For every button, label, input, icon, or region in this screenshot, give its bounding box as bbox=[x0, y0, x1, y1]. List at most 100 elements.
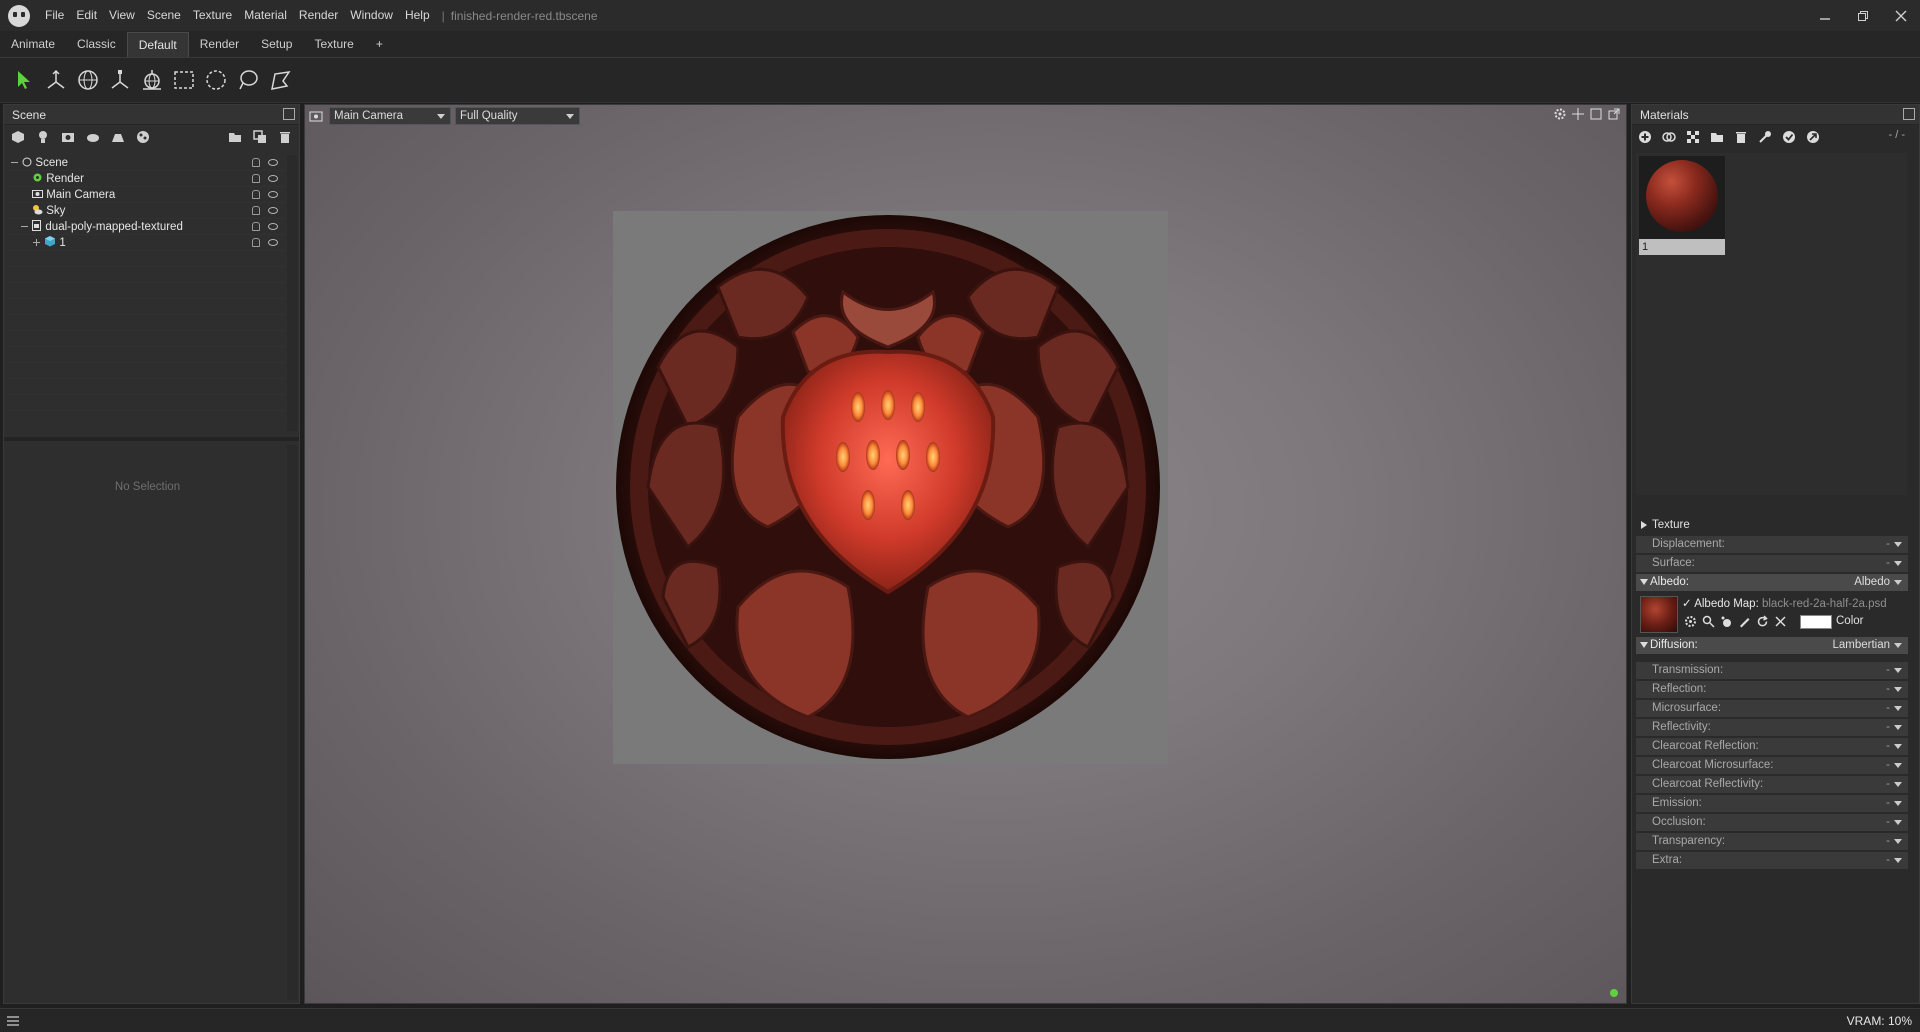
popout-icon[interactable] bbox=[1903, 108, 1915, 120]
pick-material-icon[interactable] bbox=[1758, 130, 1772, 144]
visibility-eye-icon[interactable] bbox=[268, 239, 278, 246]
prop-surface[interactable]: Surface: - bbox=[1636, 555, 1908, 572]
reload-icon[interactable] bbox=[1756, 615, 1769, 628]
log-menu-icon[interactable] bbox=[6, 1015, 20, 1027]
prop-clearcoat-reflectivity[interactable]: Clearcoat Reflectivity: - bbox=[1636, 776, 1908, 793]
thumbnail-scrollbar[interactable] bbox=[1907, 153, 1917, 495]
section-texture[interactable]: Texture bbox=[1636, 517, 1908, 534]
visibility-eye-icon[interactable] bbox=[268, 175, 278, 182]
trash-icon[interactable] bbox=[277, 129, 293, 145]
prop-transmission[interactable]: Transmission: - bbox=[1636, 662, 1908, 679]
tree-item-submesh[interactable]: 1 bbox=[8, 235, 288, 251]
dropdown-arrow-icon[interactable] bbox=[1894, 668, 1902, 673]
add-mesh-icon[interactable] bbox=[10, 129, 26, 145]
close-button[interactable] bbox=[1882, 0, 1920, 31]
prop-extra[interactable]: Extra: - bbox=[1636, 852, 1908, 869]
lock-icon[interactable] bbox=[252, 222, 260, 231]
material-thumbnail-label[interactable]: 1 bbox=[1639, 239, 1725, 255]
dropdown-arrow-icon[interactable] bbox=[1894, 858, 1902, 863]
maximize-button[interactable] bbox=[1844, 0, 1882, 31]
prop-transparency[interactable]: Transparency: - bbox=[1636, 833, 1908, 850]
dropdown-arrow-icon[interactable] bbox=[1894, 763, 1902, 768]
checkmark-icon[interactable]: ✓ bbox=[1682, 598, 1692, 610]
tab-classic[interactable]: Classic bbox=[66, 32, 127, 57]
tab-animate[interactable]: Animate bbox=[0, 32, 66, 57]
add-camera-icon[interactable] bbox=[60, 129, 76, 145]
export-material-icon[interactable] bbox=[1806, 130, 1820, 144]
dropdown-arrow-icon[interactable] bbox=[1894, 706, 1902, 711]
prop-displacement[interactable]: Displacement: - bbox=[1636, 536, 1908, 553]
transform-tool[interactable] bbox=[136, 64, 168, 96]
dropdown-arrow-icon[interactable] bbox=[1894, 561, 1902, 566]
visibility-eye-icon[interactable] bbox=[268, 159, 278, 166]
ellipse-select-tool[interactable] bbox=[200, 64, 232, 96]
scale-tool[interactable] bbox=[104, 64, 136, 96]
rotate-tool[interactable] bbox=[72, 64, 104, 96]
folder-icon[interactable] bbox=[1710, 130, 1724, 144]
folder-icon[interactable] bbox=[227, 129, 243, 145]
tree-item-sky[interactable]: Sky bbox=[8, 203, 288, 219]
lasso-select-tool[interactable] bbox=[232, 64, 264, 96]
lock-icon[interactable] bbox=[252, 206, 260, 215]
apply-material-icon[interactable] bbox=[1782, 130, 1796, 144]
menu-help[interactable]: Help bbox=[399, 0, 436, 31]
albedo-map-thumbnail[interactable] bbox=[1640, 596, 1678, 633]
menu-render[interactable]: Render bbox=[293, 0, 344, 31]
tree-item-scene[interactable]: Scene bbox=[8, 155, 288, 171]
visibility-eye-icon[interactable] bbox=[268, 191, 278, 198]
dropdown-arrow-icon[interactable] bbox=[1894, 687, 1902, 692]
dropdown-arrow-icon[interactable] bbox=[1894, 725, 1902, 730]
add-material-icon[interactable] bbox=[1638, 130, 1652, 144]
add-shadow-catcher-icon[interactable] bbox=[110, 129, 126, 145]
material-thumbnail[interactable] bbox=[1639, 156, 1725, 239]
menu-material[interactable]: Material bbox=[238, 0, 293, 31]
prop-clearcoat-microsurface[interactable]: Clearcoat Microsurface: - bbox=[1636, 757, 1908, 774]
add-sky-icon[interactable] bbox=[85, 129, 101, 145]
add-tab-button[interactable]: + bbox=[365, 32, 394, 57]
menu-view[interactable]: View bbox=[103, 0, 141, 31]
tree-item-render[interactable]: Render bbox=[8, 171, 288, 187]
section-diffusion[interactable]: Diffusion: Lambertian bbox=[1636, 637, 1908, 654]
menu-window[interactable]: Window bbox=[344, 0, 399, 31]
dropdown-arrow-icon[interactable] bbox=[1894, 801, 1902, 806]
lock-icon[interactable] bbox=[252, 174, 260, 183]
menu-scene[interactable]: Scene bbox=[141, 0, 187, 31]
dropdown-arrow-icon[interactable] bbox=[1894, 820, 1902, 825]
properties-scrollbar[interactable] bbox=[287, 445, 297, 1000]
move-tool[interactable] bbox=[40, 64, 72, 96]
minimize-button[interactable] bbox=[1806, 0, 1844, 31]
add-light-icon[interactable] bbox=[35, 129, 51, 145]
tab-texture[interactable]: Texture bbox=[303, 32, 364, 57]
tree-scrollbar[interactable] bbox=[287, 155, 297, 431]
remove-icon[interactable] bbox=[1774, 615, 1787, 628]
lock-icon[interactable] bbox=[252, 190, 260, 199]
dropdown-arrow-icon[interactable] bbox=[1894, 782, 1902, 787]
albedo-color-swatch[interactable] bbox=[1800, 615, 1832, 629]
menu-texture[interactable]: Texture bbox=[187, 0, 238, 31]
tab-setup[interactable]: Setup bbox=[250, 32, 303, 57]
section-albedo[interactable]: Albedo: Albedo bbox=[1636, 574, 1908, 591]
popout-icon[interactable] bbox=[283, 108, 295, 120]
lock-icon[interactable] bbox=[252, 238, 260, 247]
prop-reflectivity[interactable]: Reflectivity: - bbox=[1636, 719, 1908, 736]
viewport[interactable]: Main Camera Full Quality bbox=[304, 104, 1627, 1004]
channel-icon[interactable] bbox=[1720, 615, 1733, 628]
rect-select-tool[interactable] bbox=[168, 64, 200, 96]
checker-icon[interactable] bbox=[1686, 130, 1700, 144]
menu-edit[interactable]: Edit bbox=[70, 0, 103, 31]
prop-emission[interactable]: Emission: - bbox=[1636, 795, 1908, 812]
dropdown-arrow-icon[interactable] bbox=[1894, 542, 1902, 547]
lock-icon[interactable] bbox=[252, 158, 260, 167]
tab-render[interactable]: Render bbox=[189, 32, 250, 57]
visibility-eye-icon[interactable] bbox=[268, 207, 278, 214]
tree-item-main-camera[interactable]: Main Camera bbox=[8, 187, 288, 203]
tree-item-mesh[interactable]: dual-poly-mapped-textured bbox=[8, 219, 288, 235]
search-icon[interactable] bbox=[1702, 615, 1715, 628]
prop-clearcoat-reflection[interactable]: Clearcoat Reflection: - bbox=[1636, 738, 1908, 755]
dropdown-arrow-icon[interactable] bbox=[1894, 580, 1902, 585]
tab-default[interactable]: Default bbox=[126, 32, 189, 57]
gear-icon[interactable] bbox=[1684, 615, 1697, 628]
select-tool[interactable] bbox=[8, 64, 40, 96]
dropdown-arrow-icon[interactable] bbox=[1894, 744, 1902, 749]
prop-microsurface[interactable]: Microsurface: - bbox=[1636, 700, 1908, 717]
